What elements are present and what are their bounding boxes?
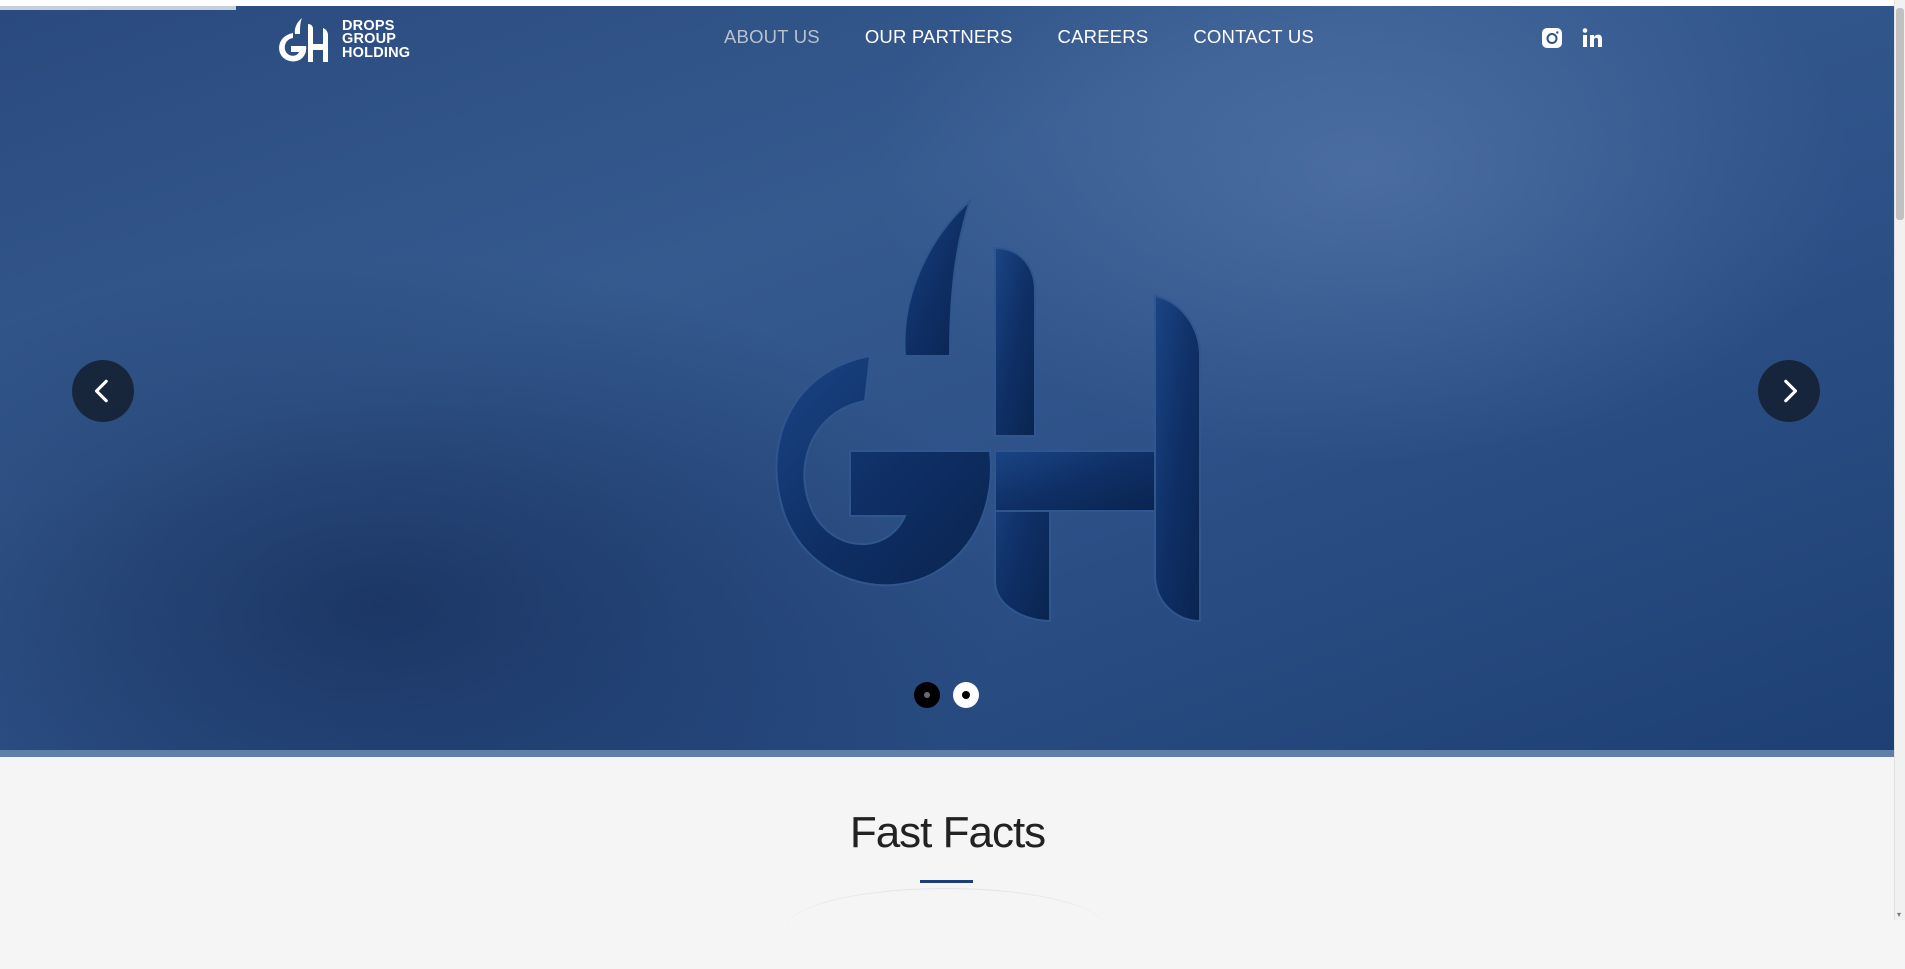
logo-line-3: HOLDING — [342, 44, 411, 61]
scroll-down-arrow-icon[interactable]: ▾ — [1897, 911, 1903, 919]
site-logo[interactable]: DROPS GROUP HOLDING — [272, 16, 410, 64]
carousel-dot-2[interactable] — [953, 682, 979, 708]
nav-item-our-partners[interactable]: OUR PARTNERS — [865, 26, 1013, 48]
nav-item-about-us[interactable]: ABOUT US — [724, 26, 820, 48]
hero-bottom-divider — [0, 750, 1895, 757]
linkedin-icon[interactable] — [1580, 26, 1604, 50]
chevron-right-icon — [1784, 379, 1798, 403]
carousel-prev-button[interactable] — [72, 360, 134, 422]
social-links — [1540, 26, 1604, 50]
carousel-dot-1[interactable] — [914, 682, 940, 708]
chevron-left-icon — [94, 379, 108, 403]
carousel-pagination — [914, 682, 979, 708]
carousel-next-button[interactable] — [1758, 360, 1820, 422]
gh-logo-icon — [279, 18, 328, 62]
nav-item-contact-us[interactable]: CONTACT US — [1193, 26, 1314, 48]
scrollbar-thumb[interactable] — [1896, 8, 1904, 220]
decorative-arc — [786, 888, 1106, 969]
hero-gh-logo-image — [775, 197, 1201, 623]
main-nav: ABOUT US OUR PARTNERS CAREERS CONTACT US — [724, 26, 1314, 48]
instagram-icon[interactable] — [1540, 26, 1564, 50]
slide-progress-bar — [0, 6, 236, 10]
page-scrollbar[interactable]: ▾ — [1894, 0, 1905, 920]
hero-carousel — [0, 6, 1895, 756]
section-title-underline — [920, 880, 973, 883]
nav-item-careers[interactable]: CAREERS — [1058, 26, 1149, 48]
logo-wordmark: DROPS GROUP HOLDING — [342, 19, 411, 61]
section-title-fast-facts: Fast Facts — [849, 808, 1046, 857]
